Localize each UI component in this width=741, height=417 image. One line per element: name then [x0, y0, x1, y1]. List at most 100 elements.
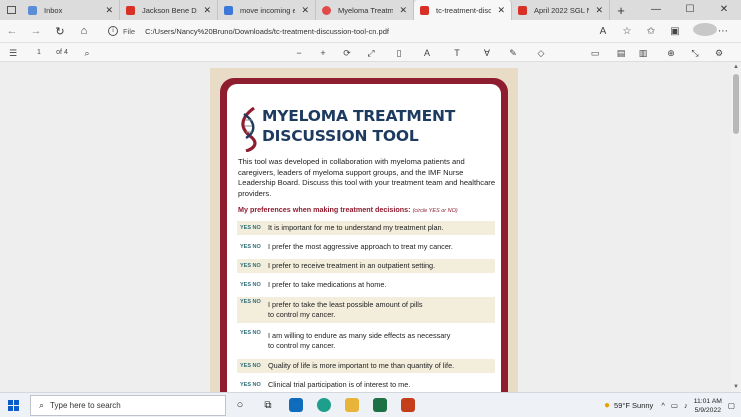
- pdf-favicon-icon: [518, 5, 527, 15]
- scroll-up-icon[interactable]: ▲: [733, 64, 739, 70]
- system-tray: ● 59°F Sunny ^ ▭ ♪ 11:01 AM 5/9/2022 ▢: [604, 393, 735, 417]
- refresh-icon[interactable]: ↻: [48, 25, 72, 38]
- find-icon[interactable]: ⌕: [78, 43, 96, 63]
- preferences-heading: My preferences when making treatment dec…: [238, 205, 458, 214]
- highlight-icon[interactable]: ✎: [504, 43, 522, 63]
- fit-page-icon[interactable]: ⤢: [362, 43, 380, 63]
- tab-myeloma-treatment[interactable]: Myeloma Treatmen ✕: [316, 0, 414, 20]
- share-icon[interactable]: ⊕: [662, 43, 680, 63]
- zoom-out-icon[interactable]: −: [290, 43, 308, 63]
- close-tab-icon[interactable]: ✕: [105, 5, 113, 16]
- edge-icon[interactable]: [310, 393, 338, 417]
- cortana-icon[interactable]: ○: [226, 393, 254, 417]
- close-window-button[interactable]: ✕: [707, 0, 741, 20]
- preferences-hint: (circle YES or NO): [412, 208, 458, 214]
- close-tab-icon[interactable]: ✕: [595, 5, 603, 16]
- maximize-button[interactable]: ☐: [673, 0, 707, 20]
- weather-text[interactable]: 59°F Sunny: [614, 401, 653, 410]
- excel-icon[interactable]: [366, 393, 394, 417]
- preference-item: YES NO I am willing to endure as many si…: [240, 330, 451, 350]
- preference-item: YES NO It is important for me to underst…: [237, 221, 495, 235]
- search-favicon-icon: [224, 5, 233, 15]
- page-total: of 4: [56, 49, 68, 56]
- site-favicon-icon: [322, 5, 331, 15]
- draw-icon[interactable]: ∀: [476, 43, 498, 63]
- file-explorer-icon[interactable]: [338, 393, 366, 417]
- outlook-icon[interactable]: [282, 393, 310, 417]
- fullscreen-icon[interactable]: ⤡: [686, 43, 704, 63]
- preference-item: YES NO I prefer to receive treatment in …: [237, 259, 495, 273]
- search-icon: ⌕: [39, 399, 45, 410]
- show-hidden-icons-icon[interactable]: ^: [661, 401, 665, 410]
- preference-item: YES NO I prefer the most aggressive appr…: [240, 241, 453, 251]
- new-tab-button[interactable]: +: [610, 3, 632, 18]
- close-tab-icon[interactable]: ✕: [497, 5, 505, 16]
- pdf-viewer: MYELOMA TREATMENT DISCUSSION TOOL This t…: [0, 62, 741, 392]
- vertical-scrollbar[interactable]: ▲ ▼: [731, 62, 741, 392]
- preference-item: YES NO I prefer to take medications at h…: [240, 279, 387, 289]
- preference-item: YES NO I prefer to take the least possib…: [237, 297, 495, 323]
- tab-strip: Inbox ✕ Jackson Bene Desg ✕ move incomin…: [0, 0, 741, 20]
- save-as-icon[interactable]: ▥: [634, 43, 652, 63]
- url-scheme: File: [123, 26, 136, 36]
- task-view-icon[interactable]: ⧉: [254, 393, 282, 417]
- scrollbar-thumb[interactable]: [733, 74, 739, 134]
- home-icon[interactable]: ⌂: [72, 25, 96, 37]
- read-aloud-icon[interactable]: A: [418, 43, 436, 63]
- erase-icon[interactable]: ◇: [530, 43, 552, 63]
- tab-move-incoming[interactable]: move incoming em ✕: [218, 0, 316, 20]
- intro-paragraph: This tool was developed in collaboration…: [238, 157, 496, 198]
- network-icon[interactable]: ▭: [671, 401, 678, 410]
- favorites-bar-icon[interactable]: ✩: [639, 26, 663, 37]
- address-bar[interactable]: i File C:/Users/Nancy%20Bruno/Downloads/…: [108, 23, 608, 39]
- preference-item: YES NO Quality of life is more important…: [237, 359, 495, 373]
- scroll-down-icon[interactable]: ▼: [733, 384, 739, 390]
- close-tab-icon[interactable]: ✕: [301, 5, 309, 16]
- dna-ribbon-logo-icon: [241, 106, 257, 152]
- page-content: MYELOMA TREATMENT DISCUSSION TOOL This t…: [227, 84, 501, 392]
- pdf-toolbar: ☰ 1 of 4 ⌕ − + ⟳ ⤢ ▯ A T ∀ ✎ ◇ ▭ ▤ ▥ ⊕ ⤡…: [0, 42, 741, 62]
- tab-tc-treatment[interactable]: tc-treatment-discu ✕: [414, 0, 512, 20]
- back-button[interactable]: ←: [0, 25, 24, 37]
- more-menu-icon[interactable]: ⋯: [711, 26, 735, 37]
- preference-item: YES NO Clinical trial participation is o…: [240, 379, 411, 389]
- pdf-favicon-icon: [126, 5, 135, 15]
- powerpoint-icon[interactable]: [394, 393, 422, 417]
- document-title: MYELOMA TREATMENT DISCUSSION TOOL: [262, 107, 456, 145]
- windows-logo-icon: [7, 399, 19, 411]
- url-text[interactable]: C:/Users/Nancy%20Bruno/Downloads/tc-trea…: [145, 27, 389, 36]
- profile-avatar[interactable]: [687, 23, 717, 39]
- read-aloud-icon[interactable]: A: [591, 26, 615, 37]
- taskbar-search[interactable]: ⌕ Type here to search: [30, 394, 226, 416]
- page-frame: MYELOMA TREATMENT DISCUSSION TOOL This t…: [220, 78, 508, 392]
- volume-icon[interactable]: ♪: [684, 401, 688, 410]
- page-view-icon[interactable]: ▯: [390, 43, 408, 63]
- weather-sun-icon: ●: [603, 400, 611, 411]
- close-tab-icon[interactable]: ✕: [399, 5, 407, 16]
- clock[interactable]: 11:01 AM 5/9/2022: [694, 397, 722, 415]
- zoom-in-icon[interactable]: +: [314, 43, 332, 63]
- favorite-icon[interactable]: ☆: [615, 26, 639, 37]
- pinterest-favicon-icon: [28, 5, 37, 15]
- pdf-favicon-icon: [420, 5, 429, 15]
- close-tab-icon[interactable]: ✕: [203, 5, 211, 16]
- print-icon[interactable]: ▭: [586, 43, 604, 63]
- settings-gear-icon[interactable]: ⚙: [710, 43, 728, 63]
- rotate-icon[interactable]: ⟳: [338, 43, 356, 63]
- page-number-input[interactable]: 1: [30, 43, 48, 63]
- tab-april-sgl[interactable]: April 2022 SGL New ✕: [512, 0, 610, 20]
- minimize-button[interactable]: —: [639, 0, 673, 20]
- pdf-page: MYELOMA TREATMENT DISCUSSION TOOL This t…: [210, 68, 518, 392]
- forward-button[interactable]: →: [24, 25, 48, 37]
- tab-jackson-bene[interactable]: Jackson Bene Desg ✕: [120, 0, 218, 20]
- start-button[interactable]: [0, 393, 26, 417]
- tab-inbox[interactable]: Inbox ✕: [22, 0, 120, 20]
- save-icon[interactable]: ▤: [612, 43, 630, 63]
- notifications-icon[interactable]: ▢: [728, 401, 735, 410]
- text-icon[interactable]: T: [448, 43, 466, 63]
- windows-taskbar: ⌕ Type here to search ○ ⧉ ● 59°F Sunny ^…: [0, 392, 741, 417]
- info-icon[interactable]: i: [108, 26, 118, 36]
- contents-icon[interactable]: ☰: [4, 43, 22, 63]
- collections-icon[interactable]: ▣: [663, 26, 687, 37]
- tab-actions-button[interactable]: [0, 0, 22, 20]
